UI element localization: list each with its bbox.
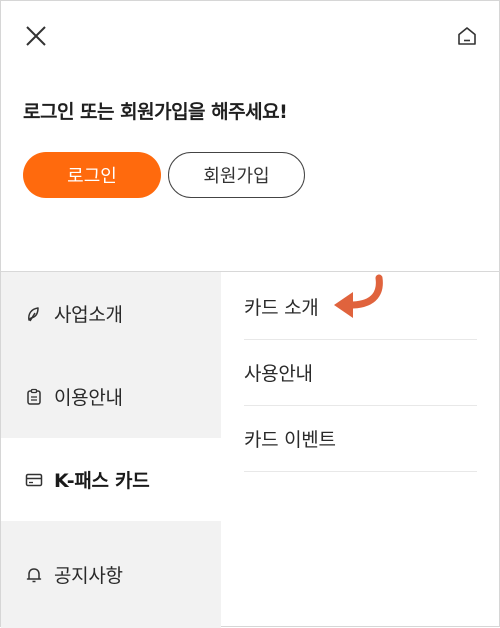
bell-icon — [25, 566, 43, 584]
close-icon[interactable] — [25, 25, 47, 47]
submenu-divider — [244, 471, 477, 472]
category-business-intro[interactable]: 사업소개 — [1, 272, 221, 355]
login-prompt: 로그인 또는 회원가입을 해주세요! — [23, 101, 288, 123]
category-label: 사업소개 — [54, 304, 123, 326]
card-icon — [25, 471, 43, 489]
category-usage-guide[interactable]: 이용안내 — [1, 355, 221, 438]
menu-panel: 로그인 또는 회원가입을 해주세요! 로그인 회원가입 사업소개 이용안내 K-… — [0, 0, 500, 628]
submenu-card-event[interactable]: 카드 이벤트 — [244, 405, 477, 471]
login-button[interactable]: 로그인 — [23, 152, 161, 198]
clipboard-icon — [25, 388, 43, 406]
category-sidebar: 사업소개 이용안내 K-패스 카드 공지사항 — [1, 272, 221, 628]
leaf-icon — [25, 305, 43, 323]
category-label: K-패스 카드 — [54, 470, 150, 492]
signup-button[interactable]: 회원가입 — [168, 152, 305, 198]
category-label: 공지사항 — [54, 565, 123, 587]
category-label: 이용안내 — [54, 387, 123, 409]
curved-arrow-icon — [331, 274, 393, 326]
home-icon[interactable] — [456, 25, 478, 47]
category-kpass-card[interactable]: K-패스 카드 — [1, 438, 221, 521]
category-notices[interactable]: 공지사항 — [1, 521, 221, 628]
submenu-usage-guide[interactable]: 사용안내 — [244, 339, 477, 405]
